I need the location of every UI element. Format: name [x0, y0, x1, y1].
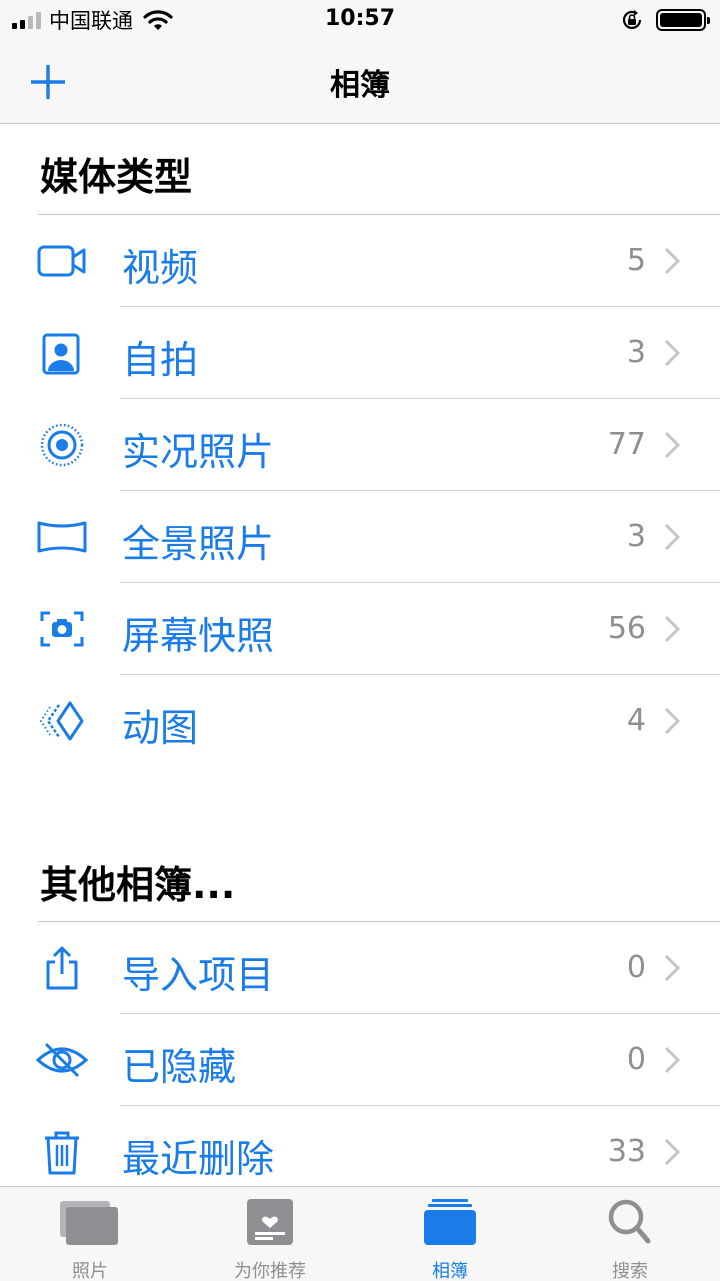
orientation-lock-icon	[622, 10, 642, 29]
tab-label: 为你推荐	[234, 1261, 306, 1281]
tab-label: 照片	[72, 1261, 108, 1281]
album-row-animated[interactable]: 动图 4	[0, 675, 720, 767]
navigation-bar: 相簿	[0, 40, 720, 124]
album-label: 全景照片	[122, 522, 275, 566]
screenshot-icon	[40, 611, 84, 647]
for-you-tab-icon	[247, 1199, 293, 1245]
tab-for-you[interactable]: 为你推荐	[180, 1187, 360, 1281]
album-count: 77	[607, 427, 646, 462]
tab-bar: 照片 为你推荐 相簿 搜索	[0, 1186, 720, 1281]
search-tab-icon	[608, 1199, 651, 1244]
album-count: 3	[626, 519, 646, 554]
chevron-right-icon	[664, 615, 680, 643]
photos-tab-icon	[60, 1201, 118, 1245]
album-count: 3	[626, 335, 646, 370]
album-label: 最近删除	[122, 1137, 275, 1181]
tab-photos[interactable]: 照片	[0, 1187, 180, 1281]
live-photo-icon	[40, 423, 84, 467]
trash-icon	[45, 1131, 79, 1175]
album-count: 5	[626, 243, 646, 278]
album-row-recently-deleted[interactable]: 最近删除 33	[0, 1106, 720, 1186]
album-count: 56	[607, 611, 646, 646]
status-bar: 中国联通 10:57	[0, 0, 720, 40]
album-row-hidden[interactable]: 已隐藏 0	[0, 1014, 720, 1106]
album-count: 4	[626, 703, 646, 738]
chevron-right-icon	[664, 247, 680, 275]
chevron-right-icon	[664, 339, 680, 367]
album-row-live-photos[interactable]: 实况照片 77	[0, 399, 720, 491]
tab-albums[interactable]: 相簿	[360, 1187, 540, 1281]
status-right	[620, 6, 710, 34]
tab-label: 搜索	[612, 1261, 648, 1281]
chevron-right-icon	[664, 431, 680, 459]
album-label: 动图	[122, 706, 199, 750]
album-row-panorama[interactable]: 全景照片 3	[0, 491, 720, 583]
album-row-selfie[interactable]: 自拍 3	[0, 307, 720, 399]
video-icon	[37, 245, 86, 277]
album-row-video[interactable]: 视频 5	[0, 215, 720, 307]
animated-icon	[39, 701, 84, 741]
albums-tab-icon	[424, 1199, 476, 1245]
tab-label: 相簿	[432, 1261, 468, 1281]
album-count: 33	[607, 1134, 646, 1169]
chevron-right-icon	[664, 1046, 680, 1074]
tab-search[interactable]: 搜索	[540, 1187, 720, 1281]
battery-icon	[656, 9, 710, 31]
album-label: 自拍	[122, 338, 199, 382]
albums-list[interactable]: 媒体类型 视频 5 自拍 3 实况照片 77 全景照片 3 屏幕快照 56 动图…	[0, 124, 720, 1186]
album-label: 已隐藏	[122, 1045, 237, 1089]
album-label: 视频	[122, 246, 199, 290]
page-title: 相簿	[330, 68, 390, 103]
album-row-screenshots[interactable]: 屏幕快照 56	[0, 583, 720, 675]
album-count: 0	[626, 950, 646, 985]
section-header-media-types: 媒体类型	[40, 155, 193, 199]
chevron-right-icon	[664, 954, 680, 982]
chevron-right-icon	[664, 707, 680, 735]
album-count: 0	[626, 1042, 646, 1077]
hidden-eye-icon	[36, 1042, 88, 1078]
album-label: 屏幕快照	[122, 614, 275, 658]
chevron-right-icon	[664, 523, 680, 551]
selfie-icon	[42, 333, 80, 375]
section-header-other-albums: 其他相簿...	[40, 863, 236, 907]
album-row-imports[interactable]: 导入项目 0	[0, 922, 720, 1014]
chevron-right-icon	[664, 1138, 680, 1166]
import-icon	[46, 946, 78, 990]
status-time: 10:57	[324, 6, 396, 31]
album-label: 实况照片	[122, 430, 275, 474]
album-label: 导入项目	[122, 953, 275, 997]
panorama-icon	[37, 521, 87, 553]
